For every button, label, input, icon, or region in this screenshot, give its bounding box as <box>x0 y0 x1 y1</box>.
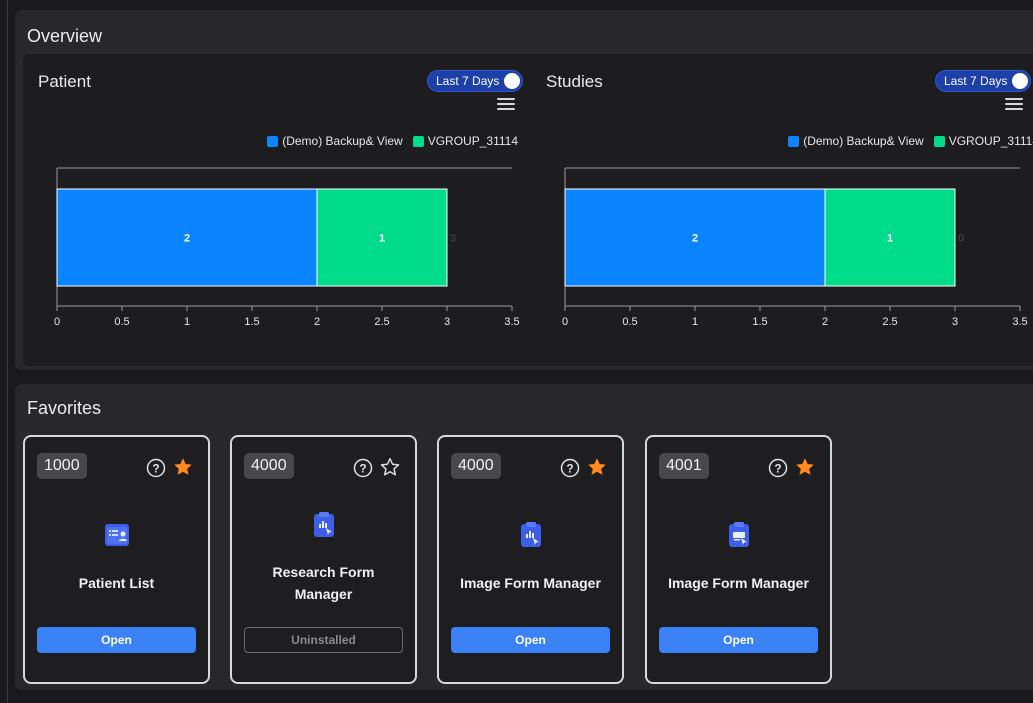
uninstalled-button: Uninstalled <box>244 627 403 653</box>
star-filled-icon[interactable] <box>586 456 608 478</box>
chart-plot-area: 0 0.5 1 1.5 2 2.5 3 3.5 2 1 3 <box>54 167 520 328</box>
image-form-icon <box>728 522 749 547</box>
help-icon[interactable]: ? <box>146 458 166 478</box>
research-form-icon <box>313 512 334 537</box>
window-edge <box>7 0 8 703</box>
favorites-section: Favorites 1000 ? Patient List Open 4000 … <box>15 384 1033 690</box>
studies-chart: Studies Last 7 Days (Demo) Backup& View … <box>531 54 1033 354</box>
app-id-badge: 4001 <box>659 453 709 479</box>
star-filled-icon[interactable] <box>794 456 816 478</box>
x-tick-label: 3 <box>952 316 958 328</box>
svg-text:?: ? <box>774 462 781 476</box>
patient-chart: Patient Last 7 Days (Demo) Backup& View … <box>23 54 523 354</box>
x-tick-label: 0.5 <box>622 316 637 328</box>
x-tick-label: 3.5 <box>1012 316 1027 328</box>
app-id-badge: 4000 <box>451 453 501 479</box>
svg-text:?: ? <box>152 462 159 476</box>
chart-panel: Patient Last 7 Days (Demo) Backup& View … <box>23 54 1033 366</box>
help-icon[interactable]: ? <box>768 458 788 478</box>
x-tick-label: 2.5 <box>374 316 389 328</box>
bar-data-label: 1 <box>379 233 385 245</box>
bar-data-label: 2 <box>692 233 698 245</box>
open-button[interactable]: Open <box>37 627 196 653</box>
x-tick-label: 1.5 <box>752 316 767 328</box>
x-tick-label: 1.5 <box>244 316 259 328</box>
open-button[interactable]: Open <box>451 627 610 653</box>
app-name: Image Form Manager <box>668 575 809 591</box>
app-card: 4000 ? Research Form Manager Uninstalled <box>230 435 417 684</box>
overview-section: Overview Patient Last 7 Days (Demo) Back… <box>15 10 1033 370</box>
x-tick-label: 0 <box>562 316 568 328</box>
bar-total-label: 3 <box>450 233 456 245</box>
app-card: 4001 ? Image Form Manager Open <box>645 435 832 684</box>
x-tick-label: 0.5 <box>114 316 129 328</box>
app-id-badge: 4000 <box>244 453 294 479</box>
chart-plot-area: 0 0.5 1 1.5 2 2.5 3 3.5 2 1 0 <box>562 167 1028 328</box>
app-card: 4000 ? Image Form Manager Open <box>437 435 624 684</box>
image-form-icon <box>520 522 541 547</box>
app-name: Patient List <box>78 575 155 591</box>
x-tick-label: 2 <box>822 316 828 328</box>
star-outline-icon[interactable] <box>379 456 401 478</box>
star-filled-icon[interactable] <box>172 456 194 478</box>
section-title-favorites: Favorites <box>27 398 102 418</box>
patient-list-icon <box>104 524 129 546</box>
help-icon[interactable]: ? <box>560 458 580 478</box>
app-name: Research Form Manager <box>272 564 375 602</box>
x-tick-label: 1 <box>692 316 698 328</box>
app-name: Image Form Manager <box>460 575 601 591</box>
svg-text:?: ? <box>566 462 573 476</box>
x-tick-label: 2 <box>314 316 320 328</box>
help-icon[interactable]: ? <box>353 458 373 478</box>
bar-data-label: 2 <box>184 233 190 245</box>
x-tick-label: 3 <box>444 316 450 328</box>
x-tick-label: 0 <box>54 316 60 328</box>
section-title-overview: Overview <box>27 26 103 46</box>
app-id-badge: 1000 <box>37 453 87 479</box>
x-tick-label: 3.5 <box>504 316 519 328</box>
x-tick-label: 1 <box>184 316 190 328</box>
open-button[interactable]: Open <box>659 627 818 653</box>
app-card: 1000 ? Patient List Open <box>23 435 210 684</box>
bar-data-label: 1 <box>887 233 893 245</box>
x-tick-label: 2.5 <box>882 316 897 328</box>
svg-text:?: ? <box>359 462 366 476</box>
bar-total-label: 0 <box>958 233 964 245</box>
